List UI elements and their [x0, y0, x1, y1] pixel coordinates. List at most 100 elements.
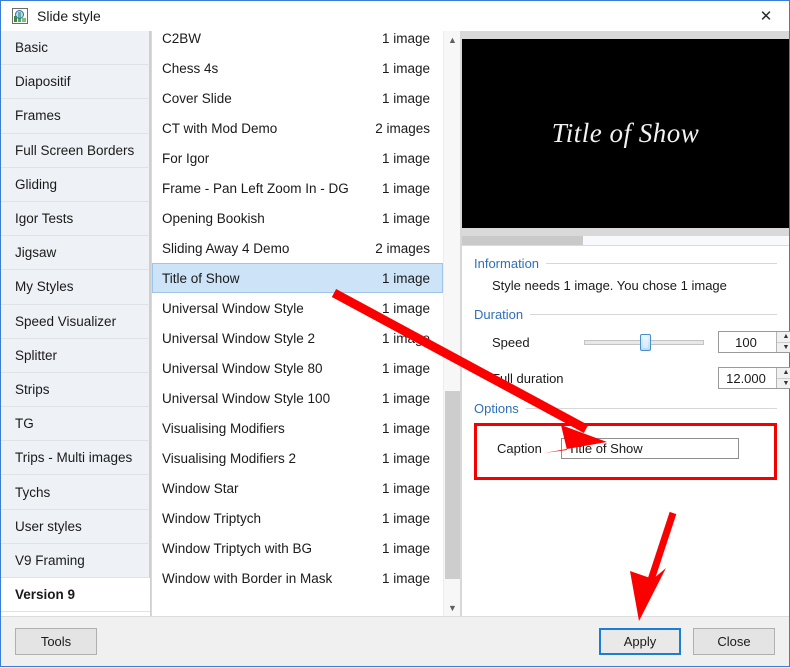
caption-label: Caption — [497, 441, 542, 456]
spinner-up-icon[interactable]: ▲ — [777, 368, 790, 379]
sidebar-item-my-styles[interactable]: My Styles — [1, 270, 150, 305]
list-item[interactable]: Window Triptych with BG 1 image — [152, 533, 443, 563]
chevron-down-icon[interactable]: ▼ — [444, 599, 460, 616]
chevron-up-icon[interactable]: ▲ — [444, 31, 460, 48]
style-details-panel: Title of Show Information Style needs 1 … — [461, 31, 790, 616]
speed-value[interactable]: 100 — [719, 332, 776, 352]
list-item[interactable]: Universal Window Style 1 image — [152, 293, 443, 323]
list-item[interactable]: Sliding Away 4 Demo 2 images — [152, 233, 443, 263]
close-icon[interactable]: ✕ — [743, 1, 789, 30]
information-group-label: Information — [474, 256, 540, 271]
group-divider — [530, 314, 777, 315]
sidebar-item-label: Version 9 — [15, 587, 76, 603]
speed-stepper-buttons: ▲ ▼ — [776, 332, 790, 352]
style-image-count: 2 images — [375, 120, 430, 136]
list-item[interactable]: Visualising Modifiers 1 image — [152, 413, 443, 443]
preview-top-letterbox — [462, 31, 789, 39]
category-sidebar: Basic Diapositif Frames Full Screen Bord… — [1, 31, 151, 616]
style-list-scrollbar[interactable]: ▲ ▼ — [443, 31, 460, 616]
options-group-label: Options — [474, 401, 519, 416]
sidebar-item-diapositif[interactable]: Diapositif — [1, 65, 150, 100]
speed-slider[interactable] — [584, 332, 704, 352]
apply-button[interactable]: Apply — [599, 628, 681, 655]
settings-body: Information Style needs 1 image. You cho… — [462, 246, 790, 616]
sidebar-item-label: Splitter — [15, 347, 58, 363]
dialog-body: Basic Diapositif Frames Full Screen Bord… — [1, 31, 790, 616]
list-item[interactable]: Frame - Pan Left Zoom In - DG 1 image — [152, 173, 443, 203]
sidebar-item-basic[interactable]: Basic — [1, 31, 150, 66]
style-name: Window Triptych — [162, 510, 262, 526]
dialog-footer: Tools Apply Close — [1, 616, 789, 666]
sidebar-item-version-9[interactable]: Version 9 — [1, 578, 150, 613]
speed-label: Speed — [492, 334, 530, 350]
sidebar-item-v9-framing[interactable]: V9 Framing — [1, 543, 150, 578]
sidebar-item-tychs[interactable]: Tychs — [1, 475, 150, 510]
list-item[interactable]: Chess 4s 1 image — [152, 53, 443, 83]
sidebar-item-frames[interactable]: Frames — [1, 99, 150, 134]
full-duration-stepper[interactable]: 12.000 ▲ ▼ — [718, 367, 790, 389]
title-bar: Slide style ✕ — [1, 1, 789, 31]
speed-stepper[interactable]: 100 ▲ ▼ — [718, 331, 790, 353]
caption-input[interactable]: Title of Show — [561, 438, 739, 459]
list-item[interactable]: Opening Bookish 1 image — [152, 203, 443, 233]
chart-icon — [12, 8, 28, 24]
spinner-down-icon[interactable]: ▼ — [777, 378, 790, 388]
sidebar-item-tg[interactable]: TG — [1, 407, 150, 442]
duration-group-label: Duration — [474, 307, 524, 322]
preview-stage[interactable]: Title of Show — [462, 39, 789, 228]
sidebar-item-igor-tests[interactable]: Igor Tests — [1, 201, 150, 237]
list-item[interactable]: Window Star 1 image — [152, 473, 443, 503]
sidebar-item-user-styles[interactable]: User styles — [1, 509, 150, 544]
full-duration-value[interactable]: 12.000 — [719, 368, 776, 388]
close-button[interactable]: Close — [693, 628, 775, 655]
options-highlight-box: Caption Title of Show — [474, 423, 777, 480]
sidebar-item-jigsaw[interactable]: Jigsaw — [1, 236, 150, 271]
list-item[interactable]: C2BW 1 image — [152, 31, 443, 53]
list-item[interactable]: Universal Window Style 80 1 image — [152, 353, 443, 383]
sidebar-item-splitter[interactable]: Splitter — [1, 338, 150, 373]
tools-button[interactable]: Tools — [15, 628, 97, 655]
spinner-down-icon[interactable]: ▼ — [777, 342, 790, 352]
style-name: Visualising Modifiers — [162, 420, 285, 436]
spinner-up-icon[interactable]: ▲ — [777, 332, 790, 343]
style-image-count: 1 image — [381, 510, 430, 526]
sidebar-item-label: Frames — [15, 108, 61, 124]
sidebar-item-label: User styles — [15, 518, 82, 534]
style-name: Universal Window Style 80 — [162, 360, 323, 376]
preview-area: Title of Show — [462, 31, 789, 246]
list-item[interactable]: Window Triptych 1 image — [152, 503, 443, 533]
list-item[interactable]: Visualising Modifiers 2 1 image — [152, 443, 443, 473]
sidebar-item-label: Tychs — [15, 484, 51, 500]
sidebar-item-label: Full Screen Borders — [15, 142, 135, 158]
style-name: Window Triptych with BG — [162, 540, 313, 556]
sidebar-item-trips-multi-images[interactable]: Trips - Multi images — [1, 441, 150, 476]
sidebar-item-gliding[interactable]: Gliding — [1, 167, 150, 202]
information-text: Style needs 1 image. You chose 1 image — [492, 278, 727, 293]
speed-slider-thumb[interactable] — [640, 334, 652, 351]
sidebar-item-label: TG — [15, 416, 34, 432]
options-group: Options Caption Title of Show — [474, 401, 777, 480]
style-name: Chess 4s — [162, 60, 219, 76]
sidebar-item-strips[interactable]: Strips — [1, 372, 150, 408]
list-item-selected[interactable]: Title of Show 1 image — [152, 263, 443, 293]
list-item[interactable]: Universal Window Style 2 1 image — [152, 323, 443, 353]
sidebar-item-speed-visualizer[interactable]: Speed Visualizer — [1, 304, 150, 339]
list-item[interactable]: CT with Mod Demo 2 images — [152, 113, 443, 143]
style-image-count: 1 image — [381, 270, 430, 286]
caption-row: Caption Title of Show — [487, 438, 764, 459]
style-image-count: 1 image — [381, 90, 430, 106]
list-item[interactable]: Window with Border in Mask 1 image — [152, 563, 443, 593]
scrollbar-thumb[interactable] — [445, 391, 460, 579]
style-list: C2BW 1 image Chess 4s 1 image Cover Slid… — [152, 31, 443, 616]
list-item[interactable]: For Igor 1 image — [152, 143, 443, 173]
style-image-count: 1 image — [381, 450, 430, 466]
full-duration-row: Full duration 12.000 ▲ ▼ s — [492, 365, 790, 391]
preview-progress-bar[interactable] — [462, 236, 789, 246]
style-image-count: 1 image — [381, 420, 430, 436]
duration-group-header: Duration — [474, 307, 777, 322]
sidebar-item-full-screen-borders[interactable]: Full Screen Borders — [1, 133, 150, 168]
duration-group-content: Speed 100 ▲ ▼ Full duration 12.000 ▲ ▼ — [474, 329, 790, 391]
style-image-count: 1 image — [381, 360, 430, 376]
list-item[interactable]: Universal Window Style 100 1 image — [152, 383, 443, 413]
list-item[interactable]: Cover Slide 1 image — [152, 83, 443, 113]
